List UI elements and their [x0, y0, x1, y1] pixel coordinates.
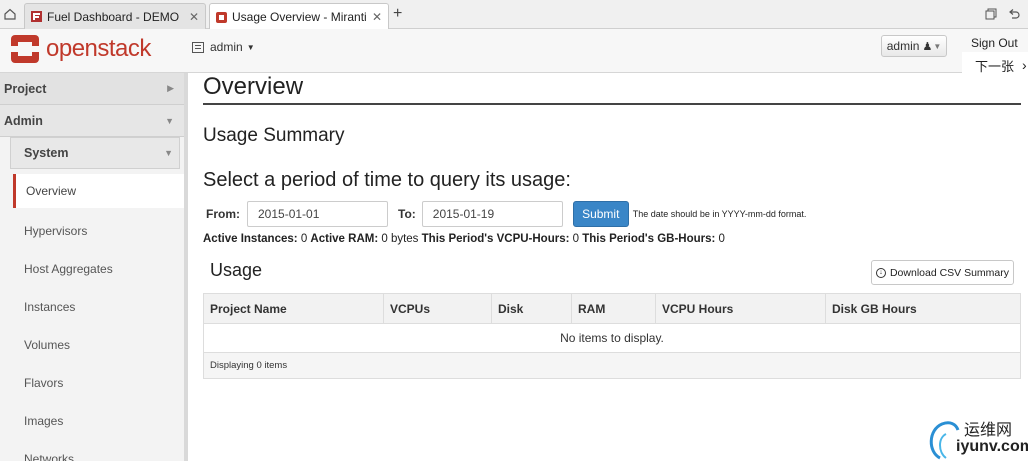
sidebar-admin-header[interactable]: Admin ▼ [0, 105, 184, 137]
watermark-logo: 运维网 iyunv.com [926, 412, 1028, 460]
brand-name: openstack [46, 35, 151, 62]
empty-message: No items to display. [203, 323, 1021, 353]
tab-label: Fuel Dashboard - DEMO [47, 9, 180, 24]
restore-icon[interactable] [985, 8, 997, 20]
date-range-form: From: To: Submit The date should be in Y… [203, 201, 806, 227]
column-header-disk[interactable]: Disk [491, 293, 572, 324]
column-header-disk-gb-hours[interactable]: Disk GB Hours [825, 293, 1021, 324]
gb-hours-label: This Period's GB-Hours: [582, 233, 716, 245]
main-content: Overview Usage Summary Select a period o… [203, 73, 1023, 379]
next-page-label: 下一张 [975, 58, 1015, 74]
sidebar-system-header[interactable]: System ▼ [10, 137, 180, 169]
usage-heading: Usage [210, 260, 263, 280]
column-header-ram[interactable]: RAM [571, 293, 656, 324]
tab-usage-overview[interactable]: Usage Overview - Mirantis O ✕ [209, 3, 389, 30]
date-format-hint: The date should be in YYYY-mm-dd format. [632, 209, 807, 219]
from-label: From: [206, 207, 240, 221]
chevron-down-icon: ▼ [933, 41, 942, 51]
download-csv-button[interactable]: ↓ Download CSV Summary [871, 260, 1014, 285]
chevron-down-icon: ▼ [246, 42, 255, 52]
sidebar-project-label: Project [4, 81, 47, 96]
sidebar-item-hypervisors[interactable]: Hypervisors [0, 212, 184, 250]
sidebar-admin-label: Admin [4, 113, 43, 128]
table-footer-row: Displaying 0 items [203, 352, 1021, 379]
ram-label: Active RAM: [310, 233, 379, 245]
sidebar-item-overview[interactable]: Overview [13, 174, 184, 208]
next-page-button[interactable]: 下一张 › [962, 52, 1028, 78]
list-icon [192, 41, 204, 53]
close-tab-icon[interactable]: ✕ [189, 10, 199, 24]
tab-fuel-dashboard[interactable]: Fuel Dashboard - DEMO ✕ [24, 3, 206, 29]
project-label: admin [210, 40, 243, 54]
sign-out-link[interactable]: Sign Out [971, 36, 1018, 50]
tab-label: Usage Overview - Mirantis O [232, 10, 366, 24]
top-header: openstack admin ▼ admin ♟ ▼ Sign Out [0, 29, 1028, 73]
column-header-vcpus[interactable]: VCPUs [383, 293, 492, 324]
to-date-input[interactable] [421, 201, 563, 227]
usage-table: Project Name VCPUs Disk RAM VCPU Hours D… [203, 293, 1021, 379]
instances-value: 0 [300, 233, 308, 245]
sidebar: Project ▶ Admin ▼ System ▼ Overview Hype… [0, 73, 188, 461]
vcpu-hours-value: 0 [572, 233, 580, 245]
fuel-icon [31, 11, 42, 22]
undo-icon[interactable] [1008, 8, 1020, 20]
usage-stats: Active Instances: 0 Active RAM: 0 bytes … [203, 233, 725, 245]
vcpu-hours-label: This Period's VCPU-Hours: [421, 233, 570, 245]
watermark-url: iyunv.com [956, 438, 1028, 455]
sidebar-system-label: System [24, 146, 69, 160]
sidebar-item-flavors[interactable]: Flavors [0, 364, 184, 402]
sidebar-item-host-aggregates[interactable]: Host Aggregates [0, 250, 184, 288]
page-title: Overview [203, 73, 1021, 105]
sidebar-item-instances[interactable]: Instances [0, 288, 184, 326]
watermark-text: 运维网 [964, 420, 1013, 439]
column-header-project-name[interactable]: Project Name [203, 293, 384, 324]
instances-label: Active Instances: [203, 233, 298, 245]
usage-summary-heading: Usage Summary [203, 125, 345, 146]
to-label: To: [398, 207, 416, 221]
period-heading: Select a period of time to query its usa… [203, 169, 571, 191]
gb-hours-value: 0 [718, 233, 725, 245]
chevron-down-icon: ▼ [165, 115, 174, 126]
sidebar-project-header[interactable]: Project ▶ [0, 73, 184, 105]
column-header-vcpu-hours[interactable]: VCPU Hours [655, 293, 826, 324]
table-row: No items to display. [203, 323, 1021, 353]
home-icon[interactable] [4, 8, 16, 20]
download-icon: ↓ [875, 267, 886, 278]
new-tab-button[interactable]: + [393, 6, 402, 22]
submit-button[interactable]: Submit [572, 201, 629, 227]
from-date-input[interactable] [247, 201, 388, 227]
openstack-icon [216, 11, 227, 23]
sidebar-item-images[interactable]: Images [0, 402, 184, 440]
chevron-right-icon: ▶ [167, 83, 174, 93]
chevron-right-icon: › [1022, 57, 1027, 73]
chevron-down-icon: ▼ [164, 148, 173, 158]
sidebar-item-volumes[interactable]: Volumes [0, 326, 184, 364]
openstack-logo-icon [11, 35, 39, 63]
user-label: admin [886, 39, 920, 53]
table-footer: Displaying 0 items [203, 352, 1021, 379]
table-header-row: Project Name VCPUs Disk RAM VCPU Hours D… [203, 293, 1021, 324]
close-tab-icon[interactable]: ✕ [372, 10, 382, 24]
openstack-logo[interactable]: openstack [10, 34, 151, 64]
browser-tabstrip: Fuel Dashboard - DEMO ✕ Usage Overview -… [0, 0, 1028, 30]
sidebar-item-networks[interactable]: Networks [0, 440, 184, 461]
project-selector[interactable]: admin ▼ [192, 40, 255, 54]
user-icon: ♟ [922, 40, 933, 53]
ram-value: 0 bytes [381, 233, 419, 245]
download-csv-label: Download CSV Summary [889, 266, 1010, 279]
user-menu-button[interactable]: admin ♟ ▼ [881, 35, 947, 57]
